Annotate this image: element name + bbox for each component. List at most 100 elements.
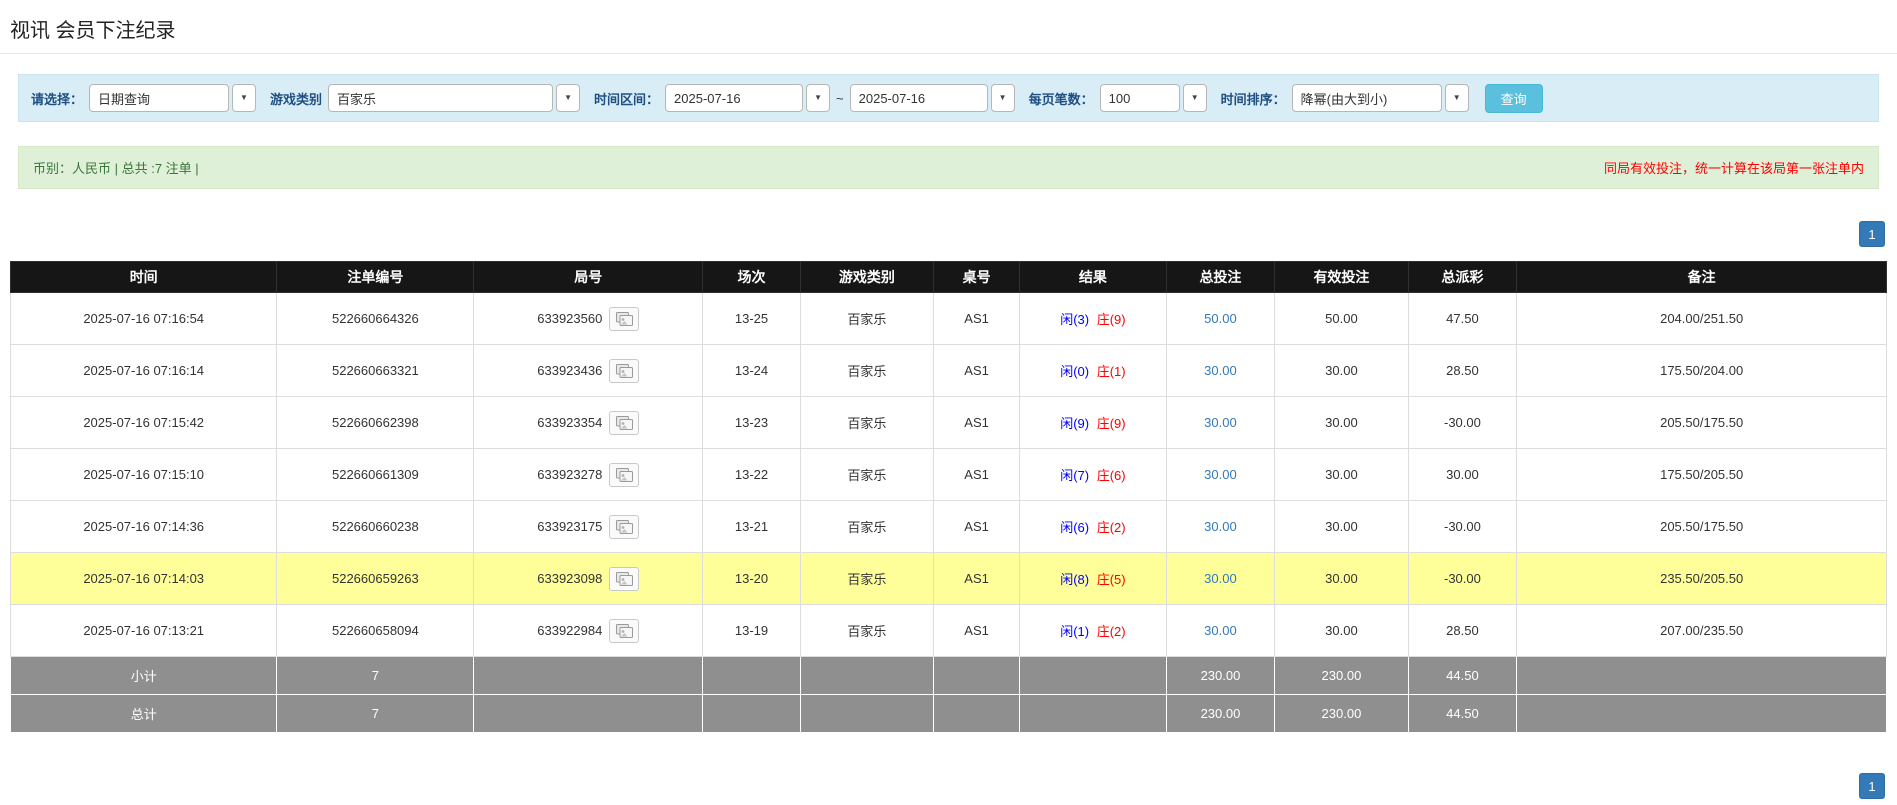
pagination-page-1-button[interactable]: 1 [1859, 773, 1885, 799]
round-number-wrap: 633922984 [537, 619, 639, 643]
game-video-button[interactable] [609, 411, 639, 435]
cell-game-type: 百家乐 [800, 501, 933, 553]
game-video-button[interactable] [609, 463, 639, 487]
empty-cell [933, 695, 1019, 733]
game-type-dropdown-button[interactable]: ▼ [556, 84, 580, 112]
pagination-page-1-button[interactable]: 1 [1859, 221, 1885, 247]
subtotal-total-bet: 230.00 [1166, 657, 1275, 695]
cell-bet-number: 522660662398 [277, 397, 474, 449]
total-bet-link[interactable]: 30.00 [1204, 519, 1237, 534]
cell-table-number: AS1 [933, 345, 1019, 397]
table-totals: 小计 7 230.00 230.00 44.50 总计 7 230.00 230… [11, 657, 1887, 733]
total-bet-link[interactable]: 50.00 [1204, 311, 1237, 326]
cell-round-number: 633923098 [474, 553, 703, 605]
time-sort-input[interactable] [1292, 84, 1442, 112]
game-video-button[interactable] [609, 307, 639, 331]
round-number-wrap: 633923278 [537, 463, 639, 487]
cell-bet-number: 522660658094 [277, 605, 474, 657]
cell-payout: 28.50 [1408, 605, 1517, 657]
page-title: 视讯 会员下注纪录 [0, 0, 1897, 53]
result-player: 闲(1) [1060, 624, 1089, 639]
cell-valid-bet: 50.00 [1275, 293, 1408, 345]
cell-payout: -30.00 [1408, 397, 1517, 449]
game-type-input[interactable] [328, 84, 553, 112]
query-type-dropdown-button[interactable]: ▼ [232, 84, 256, 112]
cell-table-number: AS1 [933, 553, 1019, 605]
subtotal-payout: 44.50 [1408, 657, 1517, 695]
query-type-input[interactable] [89, 84, 229, 112]
date-to-dropdown-button[interactable]: ▼ [991, 84, 1015, 112]
page-size-label: 每页笔数： [1029, 89, 1094, 108]
cell-result: 闲(3) 庄(9) [1020, 293, 1166, 345]
game-video-button[interactable] [609, 359, 639, 383]
time-range-group: 时间区间： ▼ ~ ▼ [594, 84, 1015, 112]
cell-bet-number: 522660661309 [277, 449, 474, 501]
table-header-row: 时间注单编号局号场次游戏类别桌号结果总投注有效投注总派彩备注 [11, 262, 1887, 293]
game-video-button[interactable] [609, 567, 639, 591]
cell-table-number: AS1 [933, 449, 1019, 501]
total-payout: 44.50 [1408, 695, 1517, 733]
cell-bet-number: 522660660238 [277, 501, 474, 553]
cell-remark: 205.50/175.50 [1517, 501, 1887, 553]
total-bet-link[interactable]: 30.00 [1204, 415, 1237, 430]
game-video-button[interactable] [609, 515, 639, 539]
cell-result: 闲(6) 庄(2) [1020, 501, 1166, 553]
game-type-group: 游戏类别 ▼ [270, 84, 580, 112]
cell-session: 13-22 [703, 449, 801, 501]
cell-result: 闲(8) 庄(5) [1020, 553, 1166, 605]
date-from-dropdown-button[interactable]: ▼ [806, 84, 830, 112]
cell-valid-bet: 30.00 [1275, 397, 1408, 449]
page-size-input[interactable] [1100, 84, 1180, 112]
cell-valid-bet: 30.00 [1275, 449, 1408, 501]
column-header-5: 桌号 [933, 262, 1019, 293]
total-bet-link[interactable]: 30.00 [1204, 467, 1237, 482]
cell-total-bet: 30.00 [1166, 605, 1275, 657]
cell-round-number: 633923436 [474, 345, 703, 397]
result-player: 闲(0) [1060, 364, 1089, 379]
empty-cell [474, 657, 703, 695]
cell-total-bet: 30.00 [1166, 397, 1275, 449]
pagination-bottom: 1 [12, 773, 1885, 799]
round-number: 633923098 [537, 571, 602, 586]
time-sort-dropdown-button[interactable]: ▼ [1445, 84, 1469, 112]
total-count: 7 [277, 695, 474, 733]
cell-result: 闲(9) 庄(9) [1020, 397, 1166, 449]
cell-time: 2025-07-16 07:16:14 [11, 345, 277, 397]
date-range-separator: ~ [836, 91, 844, 106]
total-bet-link[interactable]: 30.00 [1204, 363, 1237, 378]
cell-session: 13-19 [703, 605, 801, 657]
bet-record-row: 2025-07-16 07:13:21 522660658094 6339229… [11, 605, 1887, 657]
round-number: 633923175 [537, 519, 602, 534]
time-sort-combo: ▼ [1292, 84, 1469, 112]
cell-session: 13-20 [703, 553, 801, 605]
total-bet-link[interactable]: 30.00 [1204, 623, 1237, 638]
cell-total-bet: 30.00 [1166, 345, 1275, 397]
cell-total-bet: 30.00 [1166, 501, 1275, 553]
subtotal-count: 7 [277, 657, 474, 695]
game-video-icon [616, 416, 633, 430]
page-size-dropdown-button[interactable]: ▼ [1183, 84, 1207, 112]
query-type-group: 请选择： ▼ [31, 84, 256, 112]
cell-time: 2025-07-16 07:15:10 [11, 449, 277, 501]
cell-remark: 175.50/204.00 [1517, 345, 1887, 397]
date-to-input[interactable] [850, 84, 988, 112]
cell-valid-bet: 30.00 [1275, 553, 1408, 605]
cell-result: 闲(0) 庄(1) [1020, 345, 1166, 397]
search-button[interactable]: 查询 [1485, 84, 1543, 113]
total-bet-link[interactable]: 30.00 [1204, 571, 1237, 586]
cell-payout: 28.50 [1408, 345, 1517, 397]
subtotal-label: 小计 [11, 657, 277, 695]
valid-bet-notice: 同局有效投注，统一计算在该局第一张注单内 [1604, 158, 1864, 177]
cell-time: 2025-07-16 07:13:21 [11, 605, 277, 657]
cell-valid-bet: 30.00 [1275, 605, 1408, 657]
total-row: 总计 7 230.00 230.00 44.50 [11, 695, 1887, 733]
game-type-combo: ▼ [328, 84, 580, 112]
cell-session: 13-25 [703, 293, 801, 345]
chevron-down-icon: ▼ [240, 94, 248, 102]
game-video-icon [616, 572, 633, 586]
date-from-input[interactable] [665, 84, 803, 112]
query-type-combo: ▼ [89, 84, 256, 112]
column-header-9: 总派彩 [1408, 262, 1517, 293]
game-video-button[interactable] [609, 619, 639, 643]
subtotal-valid-bet: 230.00 [1275, 657, 1408, 695]
